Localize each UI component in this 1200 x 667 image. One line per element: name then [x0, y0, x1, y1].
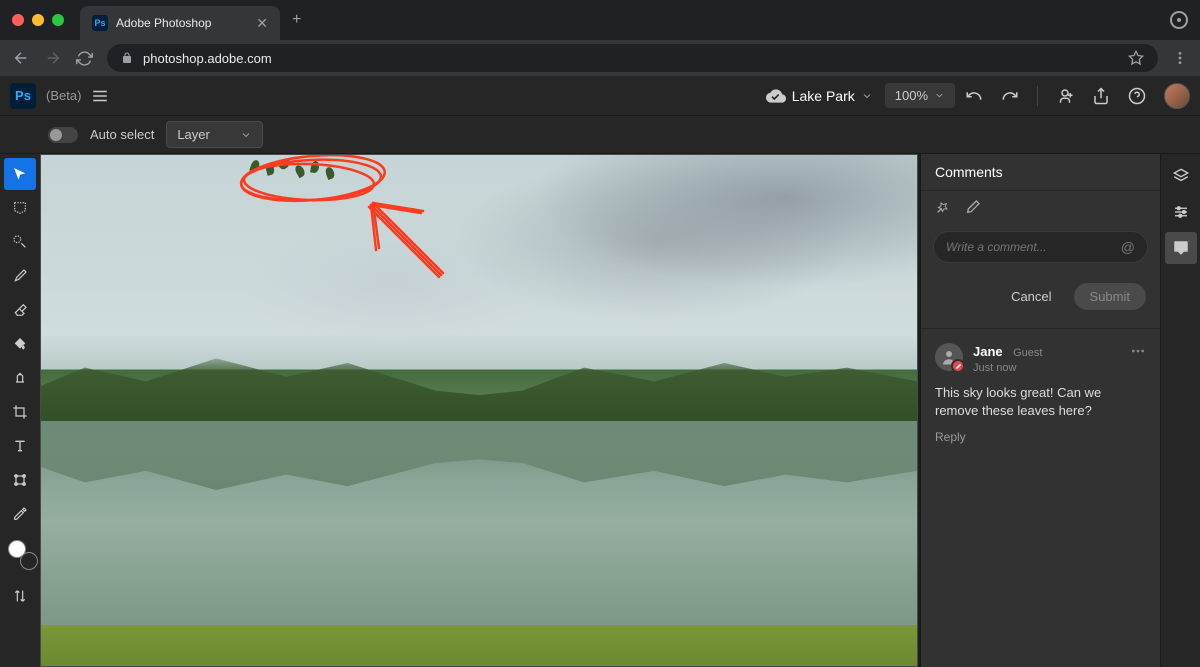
zoom-dropdown[interactable]: 100%: [885, 83, 955, 108]
document-title-dropdown[interactable]: Lake Park: [766, 86, 873, 106]
mention-icon[interactable]: @: [1121, 239, 1135, 255]
divider: [1037, 86, 1038, 106]
comment-meta: Jane Guest Just now: [973, 343, 1120, 374]
comment-time: Just now: [973, 362, 1120, 374]
chevron-down-icon: [240, 129, 252, 141]
app-header: Ps (Beta) Lake Park 100%: [0, 76, 1200, 116]
app-logo-icon[interactable]: Ps: [10, 83, 36, 109]
comment-more-icon[interactable]: [1130, 343, 1146, 359]
fill-tool[interactable]: [4, 328, 36, 360]
comment-role: Guest: [1013, 347, 1042, 359]
comment-author: Jane: [973, 344, 1003, 359]
hamburger-menu-icon[interactable]: [91, 87, 109, 105]
window-minimize[interactable]: [32, 14, 44, 26]
transform-tool[interactable]: [4, 464, 36, 496]
comment-avatar: [935, 343, 963, 371]
comments-panel: Comments @ Cancel Submit: [920, 154, 1160, 667]
help-icon[interactable]: [1128, 87, 1146, 105]
right-rail: [1160, 154, 1200, 667]
window-close[interactable]: [12, 14, 24, 26]
tab-title: Adobe Photoshop: [116, 16, 248, 30]
cancel-button[interactable]: Cancel: [999, 283, 1063, 310]
type-tool[interactable]: [4, 430, 36, 462]
bookmark-star-icon[interactable]: [1128, 50, 1144, 66]
auto-select-label: Auto select: [90, 127, 154, 142]
target-select-dropdown[interactable]: Layer: [166, 121, 263, 148]
zoom-value: 100%: [895, 88, 928, 103]
nav-reload-icon[interactable]: [76, 50, 93, 67]
canvas[interactable]: [40, 154, 918, 667]
nav-forward-icon[interactable]: [44, 49, 62, 67]
comment-input-row: @: [921, 223, 1160, 271]
swap-orientation-tool[interactable]: [4, 580, 36, 612]
browser-tab[interactable]: Ps Adobe Photoshop ✕: [80, 6, 280, 40]
selection-brush-tool[interactable]: [4, 226, 36, 258]
undo-icon[interactable]: [965, 87, 983, 105]
eraser-tool[interactable]: [4, 294, 36, 326]
browser-account-icon[interactable]: [1170, 11, 1188, 29]
comment-tools: [921, 191, 1160, 223]
url-text: photoshop.adobe.com: [143, 51, 1118, 66]
invite-icon[interactable]: [1056, 87, 1074, 105]
comment-header: Jane Guest Just now: [935, 343, 1146, 374]
clone-stamp-tool[interactable]: [4, 362, 36, 394]
favicon-ps-icon: Ps: [92, 15, 108, 31]
comment-actions: Cancel Submit: [921, 271, 1160, 328]
chevron-down-icon: [861, 90, 873, 102]
browser-tab-bar: Ps Adobe Photoshop ✕ +: [0, 0, 1200, 40]
canvas-leaves: [241, 155, 361, 180]
left-toolbar: [0, 154, 40, 667]
tab-close-icon[interactable]: ✕: [256, 15, 268, 32]
comment-item[interactable]: Jane Guest Just now This sky looks great…: [921, 328, 1160, 458]
nav-back-icon[interactable]: [12, 49, 30, 67]
comments-panel-icon[interactable]: [1165, 232, 1197, 264]
pin-tool-icon[interactable]: [935, 199, 951, 215]
brush-tool[interactable]: [4, 260, 36, 292]
window-controls: [12, 14, 64, 26]
eyedropper-tool[interactable]: [4, 498, 36, 530]
canvas-grass: [41, 625, 917, 666]
target-select-value: Layer: [177, 127, 210, 142]
canvas-sky: [41, 155, 917, 370]
cloud-synced-icon: [766, 86, 786, 106]
color-swatch[interactable]: [8, 540, 32, 564]
reply-button[interactable]: Reply: [935, 430, 1146, 444]
foreground-color[interactable]: [8, 540, 26, 558]
move-tool[interactable]: [4, 158, 36, 190]
user-avatar[interactable]: [1164, 83, 1190, 109]
layers-panel-icon[interactable]: [1165, 160, 1197, 192]
draw-tool-icon[interactable]: [965, 199, 981, 215]
browser-address-bar: photoshop.adobe.com: [0, 40, 1200, 76]
comment-text-field[interactable]: [946, 240, 1121, 254]
lasso-tool[interactable]: [4, 192, 36, 224]
auto-select-toggle[interactable]: [48, 127, 78, 143]
crop-tool[interactable]: [4, 396, 36, 428]
redo-icon[interactable]: [1001, 87, 1019, 105]
properties-panel-icon[interactable]: [1165, 196, 1197, 228]
new-tab-button[interactable]: +: [292, 11, 301, 29]
window-maximize[interactable]: [52, 14, 64, 26]
url-input[interactable]: photoshop.adobe.com: [107, 44, 1158, 72]
main-area: Comments @ Cancel Submit: [0, 154, 1200, 667]
beta-label: (Beta): [46, 88, 81, 103]
browser-menu-icon[interactable]: [1172, 50, 1188, 66]
share-icon[interactable]: [1092, 87, 1110, 105]
tool-options-bar: Auto select Layer: [0, 116, 1200, 154]
annotation-badge-icon: [951, 359, 965, 373]
comment-input[interactable]: @: [933, 231, 1148, 263]
comment-body: This sky looks great! Can we remove thes…: [935, 384, 1146, 420]
panel-title: Comments: [921, 154, 1160, 191]
lock-icon: [121, 52, 133, 64]
app-header-actions: [965, 83, 1190, 109]
submit-button: Submit: [1074, 283, 1146, 310]
document-name: Lake Park: [792, 88, 855, 104]
canvas-area: [40, 154, 920, 667]
chevron-down-icon: [934, 90, 945, 101]
